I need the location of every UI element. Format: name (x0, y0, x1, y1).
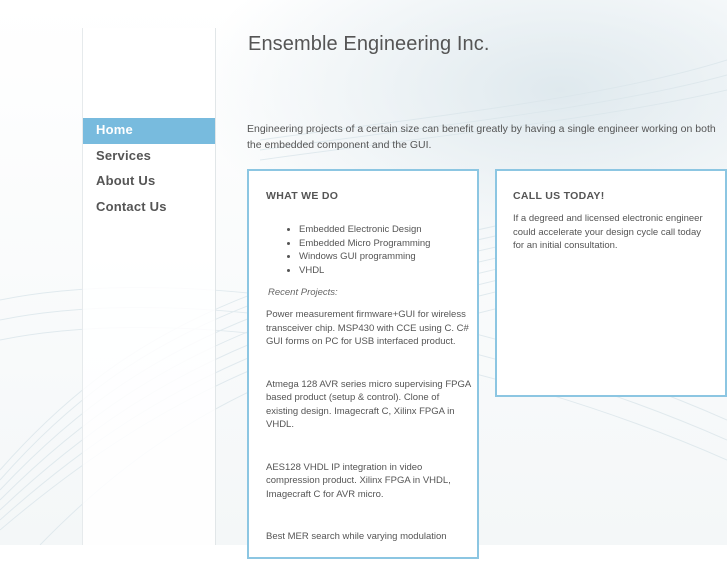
call-us-heading: CALL US TODAY! (513, 190, 605, 202)
call-us-text: If a degreed and licensed electronic eng… (513, 213, 703, 251)
projects-list: Power measurement firmware+GUI for wirel… (266, 308, 471, 573)
services-list-item: VHDL (299, 264, 430, 278)
services-list-item: Embedded Micro Programming (299, 237, 430, 251)
sidebar: Home Services About Us Contact Us (82, 28, 216, 545)
site-title: Ensemble Engineering Inc. (248, 33, 490, 55)
nav-item-about-us[interactable]: About Us (83, 169, 215, 195)
what-we-do-panel: WHAT WE DO Embedded Electronic Design Em… (247, 169, 479, 559)
nav-item-home[interactable]: Home (83, 118, 215, 144)
services-list-item: Windows GUI programming (299, 250, 430, 264)
project-item: AES128 VHDL IP integration in video comp… (266, 461, 451, 500)
nav-item-contact-us[interactable]: Contact Us (83, 195, 215, 221)
recent-projects-label: Recent Projects: (268, 287, 338, 298)
project-item: Power measurement firmware+GUI for wirel… (266, 309, 469, 347)
what-we-do-heading: WHAT WE DO (266, 190, 339, 202)
services-list: Embedded Electronic Design Embedded Micr… (266, 223, 430, 277)
project-item: Best MER search while varying modulation (266, 531, 447, 542)
nav-item-services[interactable]: Services (83, 144, 215, 170)
main-nav: Home Services About Us Contact Us (83, 118, 215, 220)
call-us-panel: CALL US TODAY! If a degreed and licensed… (495, 169, 727, 397)
intro-text: Engineering projects of a certain size c… (247, 123, 716, 151)
project-item: Atmega 128 AVR series micro supervising … (266, 378, 471, 431)
services-list-item: Embedded Electronic Design (299, 223, 430, 237)
